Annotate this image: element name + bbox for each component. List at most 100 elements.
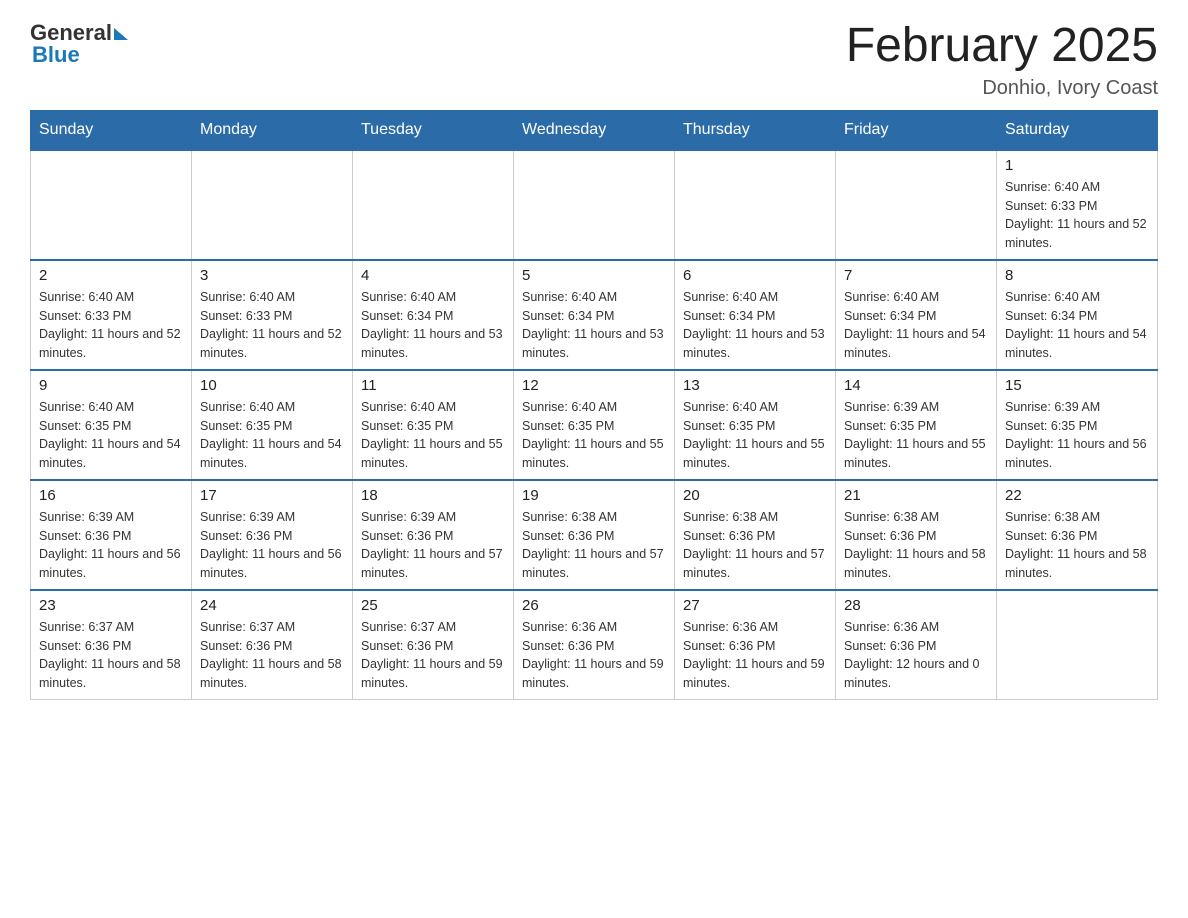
day-info: Sunrise: 6:37 AMSunset: 6:36 PMDaylight:… (361, 618, 505, 693)
calendar-cell: 18 Sunrise: 6:39 AMSunset: 6:36 PMDayligh… (353, 480, 514, 590)
weekday-header-wednesday: Wednesday (514, 110, 675, 150)
day-number: 1 (1005, 157, 1149, 174)
month-title: February 2025 (846, 20, 1158, 73)
day-number: 21 (844, 487, 988, 504)
day-info: Sunrise: 6:38 AMSunset: 6:36 PMDaylight:… (683, 508, 827, 583)
calendar-cell: 28 Sunrise: 6:36 AMSunset: 6:36 PMDayligh… (836, 590, 997, 700)
calendar-cell: 11 Sunrise: 6:40 AMSunset: 6:35 PMDayligh… (353, 370, 514, 480)
day-number: 23 (39, 597, 183, 614)
calendar-cell: 4 Sunrise: 6:40 AMSunset: 6:34 PMDaylight… (353, 260, 514, 370)
calendar-cell: 17 Sunrise: 6:39 AMSunset: 6:36 PMDayligh… (192, 480, 353, 590)
day-info: Sunrise: 6:40 AMSunset: 6:33 PMDaylight:… (39, 288, 183, 363)
calendar-cell (514, 150, 675, 260)
day-number: 4 (361, 267, 505, 284)
calendar-cell: 5 Sunrise: 6:40 AMSunset: 6:34 PMDaylight… (514, 260, 675, 370)
logo: General Blue (30, 20, 128, 68)
day-info: Sunrise: 6:37 AMSunset: 6:36 PMDaylight:… (200, 618, 344, 693)
day-info: Sunrise: 6:37 AMSunset: 6:36 PMDaylight:… (39, 618, 183, 693)
calendar-cell: 24 Sunrise: 6:37 AMSunset: 6:36 PMDayligh… (192, 590, 353, 700)
calendar-cell (836, 150, 997, 260)
calendar-week-5: 23 Sunrise: 6:37 AMSunset: 6:36 PMDayligh… (31, 590, 1158, 700)
logo-blue-text: Blue (32, 42, 80, 68)
day-info: Sunrise: 6:40 AMSunset: 6:34 PMDaylight:… (522, 288, 666, 363)
day-number: 2 (39, 267, 183, 284)
day-number: 16 (39, 487, 183, 504)
calendar-cell: 22 Sunrise: 6:38 AMSunset: 6:36 PMDayligh… (997, 480, 1158, 590)
day-number: 13 (683, 377, 827, 394)
day-info: Sunrise: 6:39 AMSunset: 6:36 PMDaylight:… (361, 508, 505, 583)
weekday-header-sunday: Sunday (31, 110, 192, 150)
day-info: Sunrise: 6:40 AMSunset: 6:33 PMDaylight:… (1005, 178, 1149, 253)
title-section: February 2025 Donhio, Ivory Coast (846, 20, 1158, 100)
calendar-cell: 2 Sunrise: 6:40 AMSunset: 6:33 PMDaylight… (31, 260, 192, 370)
page-header: General Blue February 2025 Donhio, Ivory… (30, 20, 1158, 100)
day-info: Sunrise: 6:40 AMSunset: 6:35 PMDaylight:… (522, 398, 666, 473)
calendar-cell: 21 Sunrise: 6:38 AMSunset: 6:36 PMDayligh… (836, 480, 997, 590)
weekday-header-row: SundayMondayTuesdayWednesdayThursdayFrid… (31, 110, 1158, 150)
day-number: 18 (361, 487, 505, 504)
day-info: Sunrise: 6:40 AMSunset: 6:34 PMDaylight:… (361, 288, 505, 363)
calendar-cell: 1 Sunrise: 6:40 AMSunset: 6:33 PMDaylight… (997, 150, 1158, 260)
calendar-cell: 27Sunrise: 6:36 AMSunset: 6:36 PMDayligh… (675, 590, 836, 700)
calendar-cell (997, 590, 1158, 700)
day-info: Sunrise: 6:36 AMSunset: 6:36 PMDaylight:… (683, 618, 827, 693)
calendar-week-4: 16 Sunrise: 6:39 AMSunset: 6:36 PMDayligh… (31, 480, 1158, 590)
calendar-week-1: 1 Sunrise: 6:40 AMSunset: 6:33 PMDaylight… (31, 150, 1158, 260)
day-info: Sunrise: 6:36 AMSunset: 6:36 PMDaylight:… (844, 618, 988, 693)
weekday-header-monday: Monday (192, 110, 353, 150)
day-number: 7 (844, 267, 988, 284)
calendar-cell: 19Sunrise: 6:38 AMSunset: 6:36 PMDayligh… (514, 480, 675, 590)
location-subtitle: Donhio, Ivory Coast (846, 77, 1158, 100)
day-number: 28 (844, 597, 988, 614)
calendar-cell: 13 Sunrise: 6:40 AMSunset: 6:35 PMDayligh… (675, 370, 836, 480)
calendar-cell: 20Sunrise: 6:38 AMSunset: 6:36 PMDayligh… (675, 480, 836, 590)
calendar-cell: 8Sunrise: 6:40 AMSunset: 6:34 PMDaylight… (997, 260, 1158, 370)
day-number: 5 (522, 267, 666, 284)
day-info: Sunrise: 6:40 AMSunset: 6:35 PMDaylight:… (361, 398, 505, 473)
day-number: 12 (522, 377, 666, 394)
day-info: Sunrise: 6:40 AMSunset: 6:35 PMDaylight:… (683, 398, 827, 473)
day-number: 22 (1005, 487, 1149, 504)
logo-arrow-icon (114, 28, 128, 40)
calendar-cell (31, 150, 192, 260)
calendar-cell (353, 150, 514, 260)
calendar-cell: 12 Sunrise: 6:40 AMSunset: 6:35 PMDayligh… (514, 370, 675, 480)
day-info: Sunrise: 6:39 AMSunset: 6:36 PMDaylight:… (200, 508, 344, 583)
calendar-cell: 23 Sunrise: 6:37 AMSunset: 6:36 PMDayligh… (31, 590, 192, 700)
day-info: Sunrise: 6:36 AMSunset: 6:36 PMDaylight:… (522, 618, 666, 693)
calendar-cell: 3 Sunrise: 6:40 AMSunset: 6:33 PMDaylight… (192, 260, 353, 370)
day-info: Sunrise: 6:40 AMSunset: 6:35 PMDaylight:… (39, 398, 183, 473)
calendar-cell: 9 Sunrise: 6:40 AMSunset: 6:35 PMDaylight… (31, 370, 192, 480)
day-info: Sunrise: 6:38 AMSunset: 6:36 PMDaylight:… (1005, 508, 1149, 583)
day-number: 19 (522, 487, 666, 504)
day-number: 24 (200, 597, 344, 614)
calendar-cell: 15Sunrise: 6:39 AMSunset: 6:35 PMDayligh… (997, 370, 1158, 480)
calendar-cell: 25Sunrise: 6:37 AMSunset: 6:36 PMDayligh… (353, 590, 514, 700)
day-info: Sunrise: 6:40 AMSunset: 6:34 PMDaylight:… (844, 288, 988, 363)
calendar-week-2: 2 Sunrise: 6:40 AMSunset: 6:33 PMDaylight… (31, 260, 1158, 370)
day-number: 9 (39, 377, 183, 394)
day-number: 3 (200, 267, 344, 284)
day-info: Sunrise: 6:40 AMSunset: 6:33 PMDaylight:… (200, 288, 344, 363)
day-info: Sunrise: 6:40 AMSunset: 6:35 PMDaylight:… (200, 398, 344, 473)
calendar-cell: 26 Sunrise: 6:36 AMSunset: 6:36 PMDayligh… (514, 590, 675, 700)
calendar-cell: 16Sunrise: 6:39 AMSunset: 6:36 PMDayligh… (31, 480, 192, 590)
weekday-header-saturday: Saturday (997, 110, 1158, 150)
calendar-cell (675, 150, 836, 260)
weekday-header-thursday: Thursday (675, 110, 836, 150)
calendar-table: SundayMondayTuesdayWednesdayThursdayFrid… (30, 110, 1158, 700)
day-number: 11 (361, 377, 505, 394)
calendar-cell: 7 Sunrise: 6:40 AMSunset: 6:34 PMDaylight… (836, 260, 997, 370)
day-info: Sunrise: 6:39 AMSunset: 6:35 PMDaylight:… (844, 398, 988, 473)
weekday-header-tuesday: Tuesday (353, 110, 514, 150)
day-number: 26 (522, 597, 666, 614)
calendar-cell: 10Sunrise: 6:40 AMSunset: 6:35 PMDayligh… (192, 370, 353, 480)
day-info: Sunrise: 6:40 AMSunset: 6:34 PMDaylight:… (1005, 288, 1149, 363)
calendar-week-3: 9 Sunrise: 6:40 AMSunset: 6:35 PMDaylight… (31, 370, 1158, 480)
day-info: Sunrise: 6:39 AMSunset: 6:35 PMDaylight:… (1005, 398, 1149, 473)
day-number: 14 (844, 377, 988, 394)
calendar-cell: 14 Sunrise: 6:39 AMSunset: 6:35 PMDayligh… (836, 370, 997, 480)
day-number: 17 (200, 487, 344, 504)
day-info: Sunrise: 6:38 AMSunset: 6:36 PMDaylight:… (844, 508, 988, 583)
calendar-cell (192, 150, 353, 260)
